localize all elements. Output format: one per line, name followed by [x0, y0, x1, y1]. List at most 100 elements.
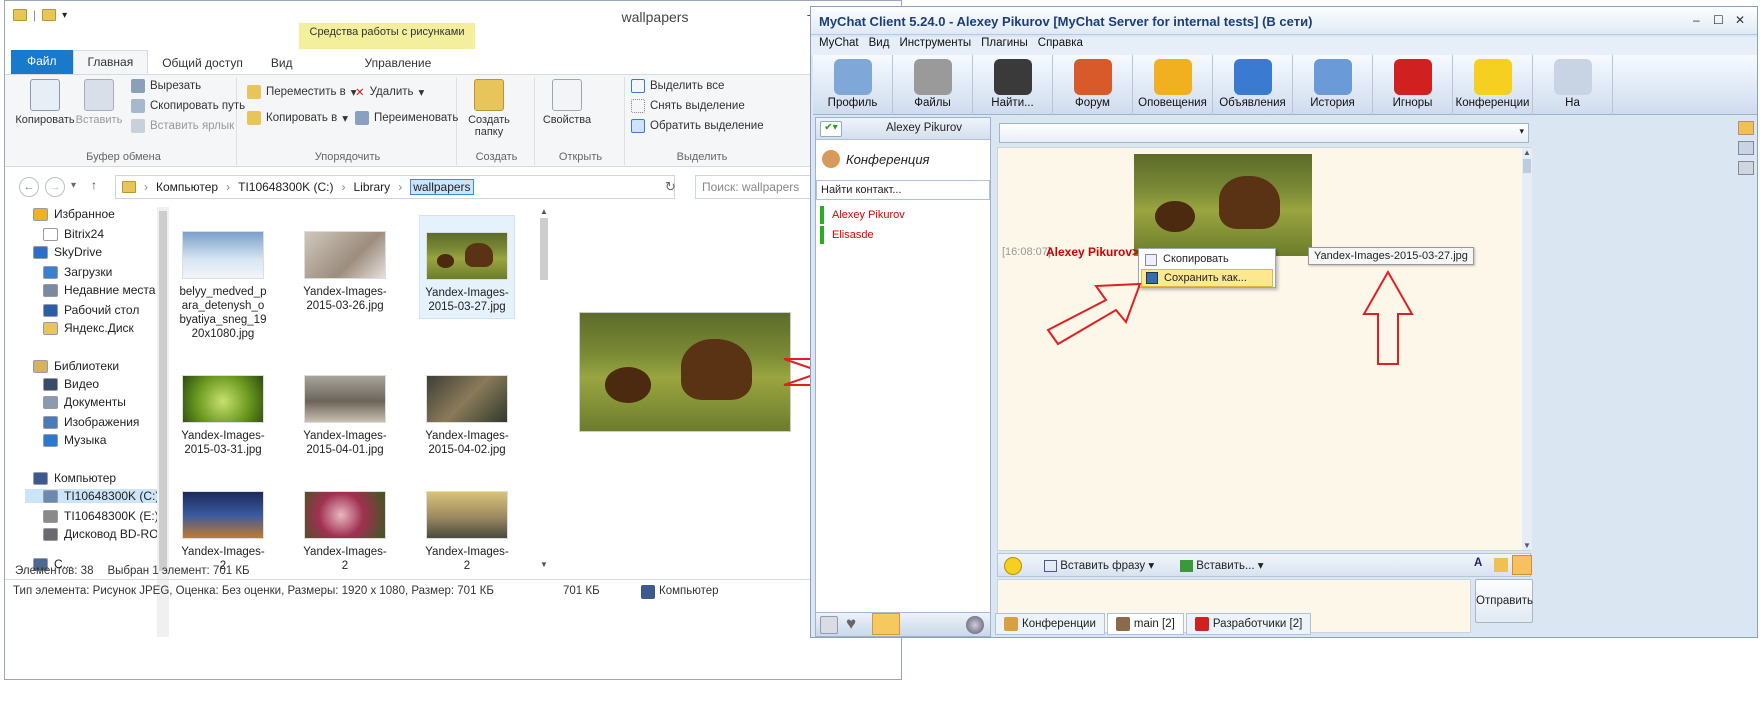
message-scrollbar[interactable]: ▲ ▼ [1522, 148, 1532, 550]
file-item[interactable]: Yandex-Images-2015-03-26.jpg [297, 229, 393, 317]
message-scroll-thumb[interactable] [1523, 159, 1531, 173]
menu-item-save-as[interactable]: Сохранить как... [1141, 269, 1273, 287]
files-scroll-thumb[interactable] [540, 218, 548, 280]
smiley-icon[interactable] [1004, 557, 1022, 575]
up-button[interactable]: ↑ [91, 178, 97, 192]
contact-item[interactable]: Alexey Pikurov [820, 206, 905, 224]
select-all-button[interactable]: Выделить все [631, 79, 724, 93]
paste-button[interactable]: Вставить [69, 77, 129, 126]
address-bar[interactable]: › Компьютер › TI10648300K (C:) › Library… [115, 175, 675, 199]
move-to-button[interactable]: Переместить в ▾ [247, 85, 357, 99]
tab-home[interactable]: Главная [72, 50, 149, 74]
file-item[interactable]: Yandex-Images-2015-03-31.jpg [175, 373, 271, 461]
new-folder-button[interactable]: Создать папку [459, 77, 519, 138]
find-contact-input[interactable]: Найти контакт... [816, 180, 990, 200]
tree-item[interactable]: Недавние места [43, 283, 155, 297]
chat-tab[interactable]: Конференции [995, 613, 1105, 635]
tree-item[interactable]: Видео [43, 377, 99, 391]
copy-path-button[interactable]: Скопировать путь [131, 99, 245, 113]
invert-selection-button[interactable]: Обратить выделение [631, 119, 764, 133]
refresh-icon[interactable]: ↻ [665, 179, 676, 195]
tree-item[interactable]: Яндекс.Диск [43, 321, 134, 335]
menu-item[interactable]: Вид [869, 37, 890, 55]
font-icon[interactable]: A [1474, 557, 1482, 569]
recent-dropdown-icon[interactable]: ▾ [71, 180, 76, 191]
dropdown-icon[interactable]: ▾ [62, 10, 67, 21]
delete-button[interactable]: ✕ Удалить ▾ [355, 85, 424, 99]
tree-item[interactable]: TI10648300K (C:) [25, 489, 157, 503]
tab-manage[interactable]: Управление [351, 52, 446, 74]
folder-icon[interactable] [13, 9, 27, 21]
tree-item[interactable]: Загрузки [43, 265, 112, 279]
toolbar-button[interactable]: Файлы [893, 55, 973, 115]
tree-item[interactable]: Библиотеки [33, 359, 119, 373]
tree-item[interactable]: Bitrix24 [43, 227, 104, 241]
forward-button[interactable]: → [45, 177, 65, 197]
chat-tab[interactable]: Разработчики [2] [1185, 613, 1312, 635]
tab-share[interactable]: Общий доступ [148, 52, 257, 74]
toolbar-button[interactable]: Конференции [1453, 55, 1533, 115]
online-status-icon[interactable]: ✔▾ [820, 121, 842, 137]
tools-icon[interactable] [1738, 161, 1754, 175]
tree-item[interactable]: Музыка [43, 433, 106, 447]
contacts-icon[interactable] [872, 613, 900, 635]
tree-item[interactable]: Избранное [33, 207, 115, 221]
tree-item[interactable]: Дисковод BD-RO [43, 527, 157, 541]
breadcrumb-computer[interactable]: Компьютер [156, 180, 218, 194]
tree-item[interactable]: TI10648300K (E:) [43, 509, 157, 523]
tab-view[interactable]: Вид [257, 52, 307, 74]
file-item[interactable]: Yandex-Images-2015-04-01.jpg [297, 373, 393, 461]
toolbar-button[interactable]: На [1533, 55, 1613, 115]
toolbar-button[interactable]: История [1293, 55, 1373, 115]
back-button[interactable]: ← [19, 177, 39, 197]
sound-icon[interactable] [1738, 121, 1754, 135]
file-item[interactable]: belyy_medved_para_detenysh_obyatiya_sneg… [175, 229, 271, 345]
toolbar-button[interactable]: Оповещения [1133, 55, 1213, 115]
select-none-button[interactable]: Снять выделение [631, 99, 745, 113]
copy-button[interactable]: Копировать [15, 77, 75, 126]
tree-item[interactable]: Изображения [43, 415, 139, 429]
toolbar-button[interactable]: Профиль [813, 55, 893, 115]
contact-item[interactable]: Elisasde [820, 226, 874, 244]
color-icon[interactable] [1494, 558, 1508, 572]
tree-item[interactable]: Документы [43, 395, 126, 409]
rename-button[interactable]: Переименовать [355, 111, 458, 125]
tree-item[interactable]: SkyDrive [33, 245, 102, 259]
breadcrumb-wallpapers[interactable]: wallpapers [410, 179, 474, 195]
breadcrumb-drive[interactable]: TI10648300K (C:) [238, 180, 333, 194]
close-button[interactable]: ✕ [1735, 13, 1745, 27]
heart-icon[interactable]: ♥ [846, 614, 856, 634]
menu-item[interactable]: Плагины [981, 37, 1028, 55]
insert-phrase-button[interactable]: Вставить фразу ▾ [1044, 558, 1154, 572]
toolbar-button[interactable]: Объявления [1213, 55, 1293, 115]
tab-file[interactable]: Файл [11, 50, 73, 74]
mail-icon[interactable] [820, 616, 838, 634]
globe-icon[interactable] [966, 616, 984, 634]
paste-shortcut-button[interactable]: Вставить ярлык [131, 119, 234, 133]
insert-button[interactable]: Вставить... ▾ [1180, 558, 1264, 572]
conference-header[interactable]: Конференция [822, 150, 930, 168]
properties-button[interactable]: Свойства [537, 77, 597, 126]
toolbar-button[interactable]: Найти... [973, 55, 1053, 115]
toolbar-button[interactable]: Форум [1053, 55, 1133, 115]
file-list-scrollbar[interactable]: ▲ ▼ [537, 207, 551, 569]
menu-item-copy[interactable]: Скопировать [1141, 251, 1273, 269]
topic-combo[interactable]: ▾ [999, 123, 1529, 143]
message-image[interactable] [1134, 154, 1312, 256]
menu-item[interactable]: Справка [1038, 37, 1083, 55]
tree-item[interactable]: Компьютер [33, 471, 116, 485]
tree-item[interactable]: Рабочий стол [43, 303, 139, 317]
menu-item[interactable]: MyChat [819, 37, 859, 55]
toolbar-button[interactable]: Игноры [1373, 55, 1453, 115]
menu-item[interactable]: Инструменты [899, 37, 971, 55]
new-folder-icon[interactable] [42, 9, 57, 21]
tree-scroll-thumb[interactable] [159, 211, 167, 571]
breadcrumb-library[interactable]: Library [354, 180, 391, 194]
cut-button[interactable]: Вырезать [131, 79, 201, 93]
spellcheck-icon[interactable] [1512, 555, 1532, 575]
panel-icon[interactable] [1738, 141, 1754, 155]
chat-tab[interactable]: main [2] [1106, 613, 1184, 635]
file-item[interactable]: Yandex-Images-2015-03-27.jpg [419, 215, 515, 319]
minimize-button[interactable]: – [1693, 13, 1700, 27]
file-item[interactable]: Yandex-Images-2015-04-02.jpg [419, 373, 515, 461]
